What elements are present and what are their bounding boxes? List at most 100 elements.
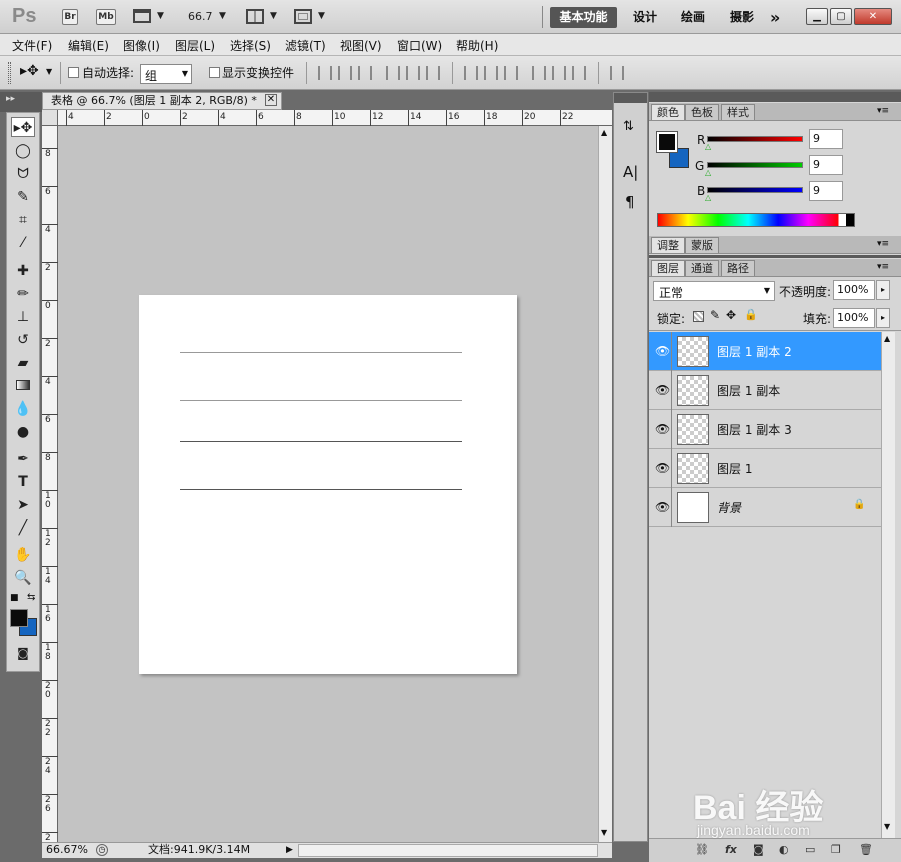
horizontal-ruler[interactable]: 4 2 0 2 4 6 8 10 12 14 16 18 20 22 bbox=[42, 110, 612, 126]
menu-view[interactable]: 视图(V) bbox=[340, 37, 382, 54]
menu-image[interactable]: 图像(I) bbox=[123, 37, 160, 54]
document-tab[interactable]: 表格 @ 66.7% (图层 1 副本 2, RGB/8) * ✕ bbox=[42, 92, 282, 110]
status-zoom[interactable]: 66.67% bbox=[46, 843, 88, 857]
scroll-down-icon[interactable]: ▼ bbox=[601, 828, 607, 837]
workspace-photography[interactable]: 摄影 bbox=[730, 7, 754, 28]
menu-select[interactable]: 选择(S) bbox=[230, 37, 271, 54]
g-slider[interactable] bbox=[707, 162, 803, 168]
g-value-field[interactable]: 9 bbox=[809, 155, 843, 175]
tool-preset-dropdown-icon[interactable]: ▼ bbox=[46, 67, 52, 76]
paragraph-panel-icon[interactable]: ¶ bbox=[625, 193, 635, 211]
more-workspaces-button[interactable]: » bbox=[770, 7, 780, 28]
visibility-eye-icon[interactable]: 👁 bbox=[655, 344, 670, 358]
foreground-color-swatch[interactable] bbox=[656, 131, 678, 153]
r-slider[interactable] bbox=[707, 136, 803, 142]
crop-tool-icon[interactable]: ⌗ bbox=[11, 210, 35, 230]
zoom-dropdown-icon[interactable]: ▼ bbox=[219, 11, 226, 21]
quick-mask-icon[interactable]: ◙ bbox=[11, 643, 35, 663]
layer-name[interactable]: 图层 1 副本 3 bbox=[717, 421, 792, 438]
history-brush-tool-icon[interactable]: ↺ bbox=[11, 330, 35, 350]
eraser-tool-icon[interactable]: ▰ bbox=[11, 353, 35, 373]
arrange-documents-icon[interactable] bbox=[246, 9, 264, 24]
b-slider[interactable] bbox=[707, 187, 803, 193]
layer-thumbnail[interactable] bbox=[677, 336, 709, 367]
distribute-left-icon[interactable] bbox=[532, 66, 546, 80]
status-menu-icon[interactable]: ▶ bbox=[286, 843, 293, 857]
r-value-field[interactable]: 9 bbox=[809, 129, 843, 149]
layer-name[interactable]: 图层 1 副本 bbox=[717, 382, 780, 399]
distribute-top-icon[interactable] bbox=[464, 66, 478, 80]
opacity-slider-button[interactable]: ▸ bbox=[876, 280, 890, 300]
layer-name[interactable]: 图层 1 bbox=[717, 460, 752, 477]
visibility-eye-icon[interactable]: 👁 bbox=[655, 422, 670, 436]
menu-edit[interactable]: 编辑(E) bbox=[68, 37, 109, 54]
grip-handle[interactable] bbox=[8, 62, 11, 84]
status-info-icon[interactable]: ◷ bbox=[96, 844, 108, 856]
panel-menu-icon[interactable]: ▾≡ bbox=[877, 239, 889, 249]
eyedropper-tool-icon[interactable]: ⁄ bbox=[11, 233, 35, 253]
layer-row[interactable]: 👁 图层 1 bbox=[649, 449, 881, 488]
workspace-painting[interactable]: 绘画 bbox=[681, 7, 705, 28]
tab-swatches[interactable]: 色板 bbox=[685, 104, 719, 120]
dock-header[interactable] bbox=[649, 92, 901, 102]
path-select-tool-icon[interactable]: ➤ bbox=[11, 495, 35, 515]
dodge-tool-icon[interactable]: ● bbox=[11, 422, 35, 442]
menu-filter[interactable]: 滤镜(T) bbox=[285, 37, 326, 54]
opacity-field[interactable]: 100% bbox=[833, 280, 875, 300]
distribute-bottom-icon[interactable] bbox=[504, 66, 518, 80]
hand-tool-icon[interactable]: ✋ bbox=[11, 545, 35, 565]
gradient-tool-icon[interactable] bbox=[11, 376, 35, 396]
healing-brush-tool-icon[interactable]: ✚ bbox=[11, 261, 35, 281]
align-right-icon[interactable] bbox=[426, 66, 440, 80]
document-canvas[interactable] bbox=[139, 295, 517, 674]
maximize-button[interactable]: ▢ bbox=[830, 8, 852, 25]
move-tool-preset-icon[interactable]: ▸✥ bbox=[20, 63, 39, 79]
align-top-icon[interactable] bbox=[318, 66, 332, 80]
visibility-eye-icon[interactable]: 👁 bbox=[655, 461, 670, 475]
tab-color[interactable]: 颜色 bbox=[651, 104, 685, 120]
view-extras-dropdown-icon[interactable]: ▼ bbox=[157, 11, 164, 21]
screen-mode-icon[interactable] bbox=[294, 9, 312, 24]
layer-thumbnail[interactable] bbox=[677, 492, 709, 523]
blend-mode-dropdown[interactable]: 正常 ▼ bbox=[653, 281, 775, 301]
line-tool-icon[interactable]: ╱ bbox=[11, 518, 35, 538]
screen-mode-dropdown-icon[interactable]: ▼ bbox=[318, 11, 325, 21]
layer-thumbnail[interactable] bbox=[677, 375, 709, 406]
align-left-icon[interactable] bbox=[386, 66, 400, 80]
workspace-design[interactable]: 设计 bbox=[633, 7, 657, 28]
layer-name[interactable]: 背景 bbox=[717, 499, 741, 516]
move-tool-icon[interactable]: ▸✥ bbox=[11, 117, 35, 137]
visibility-eye-icon[interactable]: 👁 bbox=[655, 383, 670, 397]
arrange-dropdown-icon[interactable]: ▼ bbox=[270, 11, 277, 21]
g-slider-handle[interactable]: △ bbox=[705, 168, 711, 177]
align-bottom-icon[interactable] bbox=[358, 66, 372, 80]
close-button[interactable]: ✕ bbox=[854, 8, 892, 25]
vertical-scrollbar[interactable]: ▲ ▼ bbox=[598, 126, 612, 842]
tab-layers[interactable]: 图层 bbox=[651, 260, 685, 276]
align-hcenter-icon[interactable] bbox=[406, 66, 420, 80]
vertical-ruler[interactable]: 86420246810121416182022242628 bbox=[42, 126, 58, 852]
menu-help[interactable]: 帮助(H) bbox=[456, 37, 498, 54]
fill-slider-button[interactable]: ▸ bbox=[876, 308, 890, 328]
bridge-button[interactable]: Br bbox=[62, 9, 78, 25]
layer-row[interactable]: 👁 图层 1 副本 bbox=[649, 371, 881, 410]
auto-align-layers-icon[interactable] bbox=[610, 66, 624, 80]
workspace-essentials[interactable]: 基本功能 bbox=[550, 7, 617, 28]
layer-thumbnail[interactable] bbox=[677, 414, 709, 445]
distribute-hcenter-icon[interactable] bbox=[552, 66, 566, 80]
tab-paths[interactable]: 路径 bbox=[721, 260, 755, 276]
close-icon[interactable]: ✕ bbox=[265, 94, 277, 106]
zoom-level[interactable]: 66.7 bbox=[188, 10, 213, 23]
scroll-up-icon[interactable]: ▲ bbox=[884, 334, 890, 343]
layer-row[interactable]: 👁 图层 1 副本 3 bbox=[649, 410, 881, 449]
b-value-field[interactable]: 9 bbox=[809, 181, 843, 201]
clone-stamp-tool-icon[interactable]: ⊥ bbox=[11, 307, 35, 327]
swap-colors-icon[interactable]: ⇆ bbox=[27, 592, 35, 603]
character-panel-icon[interactable]: A| bbox=[623, 163, 638, 181]
foreground-color-swatch[interactable] bbox=[10, 609, 28, 627]
b-slider-handle[interactable]: △ bbox=[705, 193, 711, 202]
quick-select-tool-icon[interactable]: ✎ bbox=[11, 187, 35, 207]
type-tool-icon[interactable]: T bbox=[11, 472, 35, 492]
layer-thumbnail[interactable] bbox=[677, 453, 709, 484]
distribute-right-icon[interactable] bbox=[572, 66, 586, 80]
